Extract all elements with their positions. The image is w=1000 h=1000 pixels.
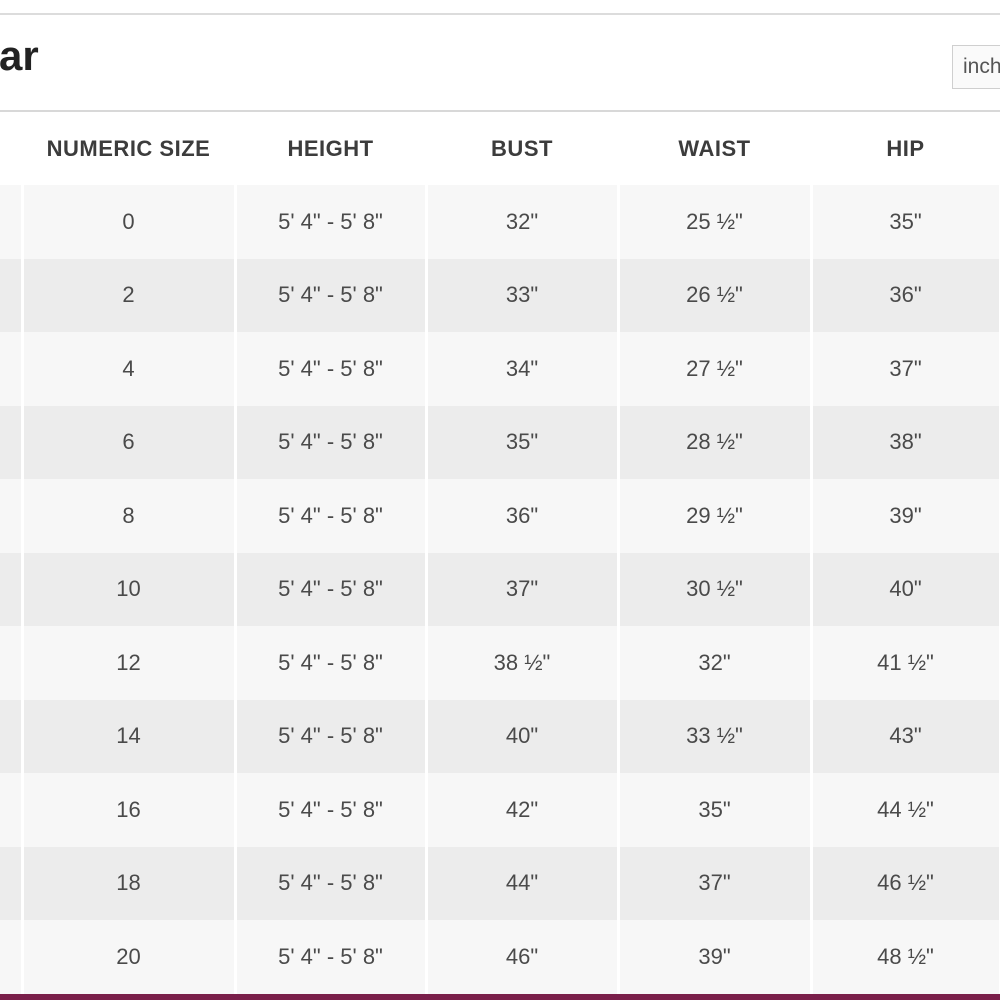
table-row: 2 5' 4" - 5' 8" 33" 26 ½" 36" <box>0 258 1000 332</box>
table-row: 14 5' 4" - 5' 8" 40" 33 ½" 43" <box>0 699 1000 773</box>
cell-label <box>0 405 24 479</box>
table-row: 8 5' 4" - 5' 8" 36" 29 ½" 39" <box>0 479 1000 553</box>
table-row: 4 5' 4" - 5' 8" 34" 27 ½" 37" <box>0 332 1000 406</box>
cell-label <box>0 626 24 700</box>
cell-label <box>0 332 24 406</box>
cell-height: 5' 4" - 5' 8" <box>235 332 428 406</box>
cell-bust: 32" <box>426 185 620 259</box>
cell-numeric-size: 16 <box>22 773 237 847</box>
cell-hip: 48 ½" <box>811 920 1000 994</box>
cell-label <box>0 258 24 332</box>
column-header-waist: WAIST <box>618 112 811 185</box>
cell-height: 5' 4" - 5' 8" <box>235 479 428 553</box>
cell-bust: 36" <box>426 479 620 553</box>
cell-numeric-size: 2 <box>22 258 237 332</box>
cell-hip: 39" <box>811 479 1000 553</box>
cell-numeric-size: 10 <box>22 552 237 626</box>
cell-hip: 44 ½" <box>811 773 1000 847</box>
cell-bust: 33" <box>426 258 620 332</box>
cell-height: 5' 4" - 5' 8" <box>235 699 428 773</box>
bottom-accent-bar <box>0 994 1000 1000</box>
cell-bust: 42" <box>426 773 620 847</box>
table-row: 20 5' 4" - 5' 8" 46" 39" 48 ½" <box>0 920 1000 994</box>
cell-bust: 46" <box>426 920 620 994</box>
cell-numeric-size: 20 <box>22 920 237 994</box>
cell-waist: 25 ½" <box>618 185 813 259</box>
cell-hip: 38" <box>811 405 1000 479</box>
cell-waist: 39" <box>618 920 813 994</box>
cell-height: 5' 4" - 5' 8" <box>235 920 428 994</box>
cell-waist: 32" <box>618 626 813 700</box>
cell-label <box>0 699 24 773</box>
cell-hip: 41 ½" <box>811 626 1000 700</box>
cell-hip: 36" <box>811 258 1000 332</box>
cell-hip: 46 ½" <box>811 846 1000 920</box>
cell-numeric-size: 12 <box>22 626 237 700</box>
cell-waist: 35" <box>618 773 813 847</box>
cell-label <box>0 773 24 847</box>
cell-numeric-size: 8 <box>22 479 237 553</box>
table-row: 12 5' 4" - 5' 8" 38 ½" 32" 41 ½" <box>0 626 1000 700</box>
cell-bust: 34" <box>426 332 620 406</box>
column-header-label <box>0 112 22 185</box>
cell-bust: 40" <box>426 699 620 773</box>
table-body: 0 5' 4" - 5' 8" 32" 25 ½" 35" 2 5' 4" - … <box>0 185 1000 994</box>
table-header-row: NUMERIC SIZE HEIGHT BUST WAIST HIP <box>0 112 1000 185</box>
column-header-hip: HIP <box>811 112 1000 185</box>
cell-height: 5' 4" - 5' 8" <box>235 405 428 479</box>
cell-hip: 37" <box>811 332 1000 406</box>
cell-label <box>0 479 24 553</box>
cell-height: 5' 4" - 5' 8" <box>235 552 428 626</box>
cell-waist: 37" <box>618 846 813 920</box>
table-row: 0 5' 4" - 5' 8" 32" 25 ½" 35" <box>0 185 1000 259</box>
cell-waist: 29 ½" <box>618 479 813 553</box>
table-row: 16 5' 4" - 5' 8" 42" 35" 44 ½" <box>0 773 1000 847</box>
cell-bust: 35" <box>426 405 620 479</box>
cell-waist: 28 ½" <box>618 405 813 479</box>
table-row: 18 5' 4" - 5' 8" 44" 37" 46 ½" <box>0 846 1000 920</box>
size-chart-page: ar inch NUMERIC SIZE HEIGHT BUST WAIST H… <box>0 0 1000 1000</box>
cell-waist: 33 ½" <box>618 699 813 773</box>
cell-height: 5' 4" - 5' 8" <box>235 185 428 259</box>
cell-bust: 44" <box>426 846 620 920</box>
cell-waist: 30 ½" <box>618 552 813 626</box>
column-header-bust: BUST <box>426 112 618 185</box>
size-table: NUMERIC SIZE HEIGHT BUST WAIST HIP 0 5' … <box>0 112 1000 994</box>
cell-numeric-size: 18 <box>22 846 237 920</box>
cell-label <box>0 846 24 920</box>
unit-select[interactable]: inch <box>952 45 1000 89</box>
cell-numeric-size: 0 <box>22 185 237 259</box>
size-chart-heading <box>0 15 1000 110</box>
cell-height: 5' 4" - 5' 8" <box>235 846 428 920</box>
cell-numeric-size: 14 <box>22 699 237 773</box>
cell-numeric-size: 4 <box>22 332 237 406</box>
table-row: 10 5' 4" - 5' 8" 37" 30 ½" 40" <box>0 552 1000 626</box>
cell-numeric-size: 6 <box>22 405 237 479</box>
column-header-height: HEIGHT <box>235 112 426 185</box>
cell-hip: 43" <box>811 699 1000 773</box>
table-row: 6 5' 4" - 5' 8" 35" 28 ½" 38" <box>0 405 1000 479</box>
cell-hip: 35" <box>811 185 1000 259</box>
cell-label <box>0 920 24 994</box>
cell-bust: 37" <box>426 552 620 626</box>
cell-label <box>0 185 24 259</box>
page-title: ar <box>0 32 39 79</box>
cell-label <box>0 552 24 626</box>
cell-height: 5' 4" - 5' 8" <box>235 626 428 700</box>
cell-height: 5' 4" - 5' 8" <box>235 258 428 332</box>
cell-bust: 38 ½" <box>426 626 620 700</box>
cell-waist: 27 ½" <box>618 332 813 406</box>
cell-height: 5' 4" - 5' 8" <box>235 773 428 847</box>
table-header: NUMERIC SIZE HEIGHT BUST WAIST HIP <box>0 112 1000 185</box>
column-header-numeric-size: NUMERIC SIZE <box>22 112 235 185</box>
cell-waist: 26 ½" <box>618 258 813 332</box>
cell-hip: 40" <box>811 552 1000 626</box>
